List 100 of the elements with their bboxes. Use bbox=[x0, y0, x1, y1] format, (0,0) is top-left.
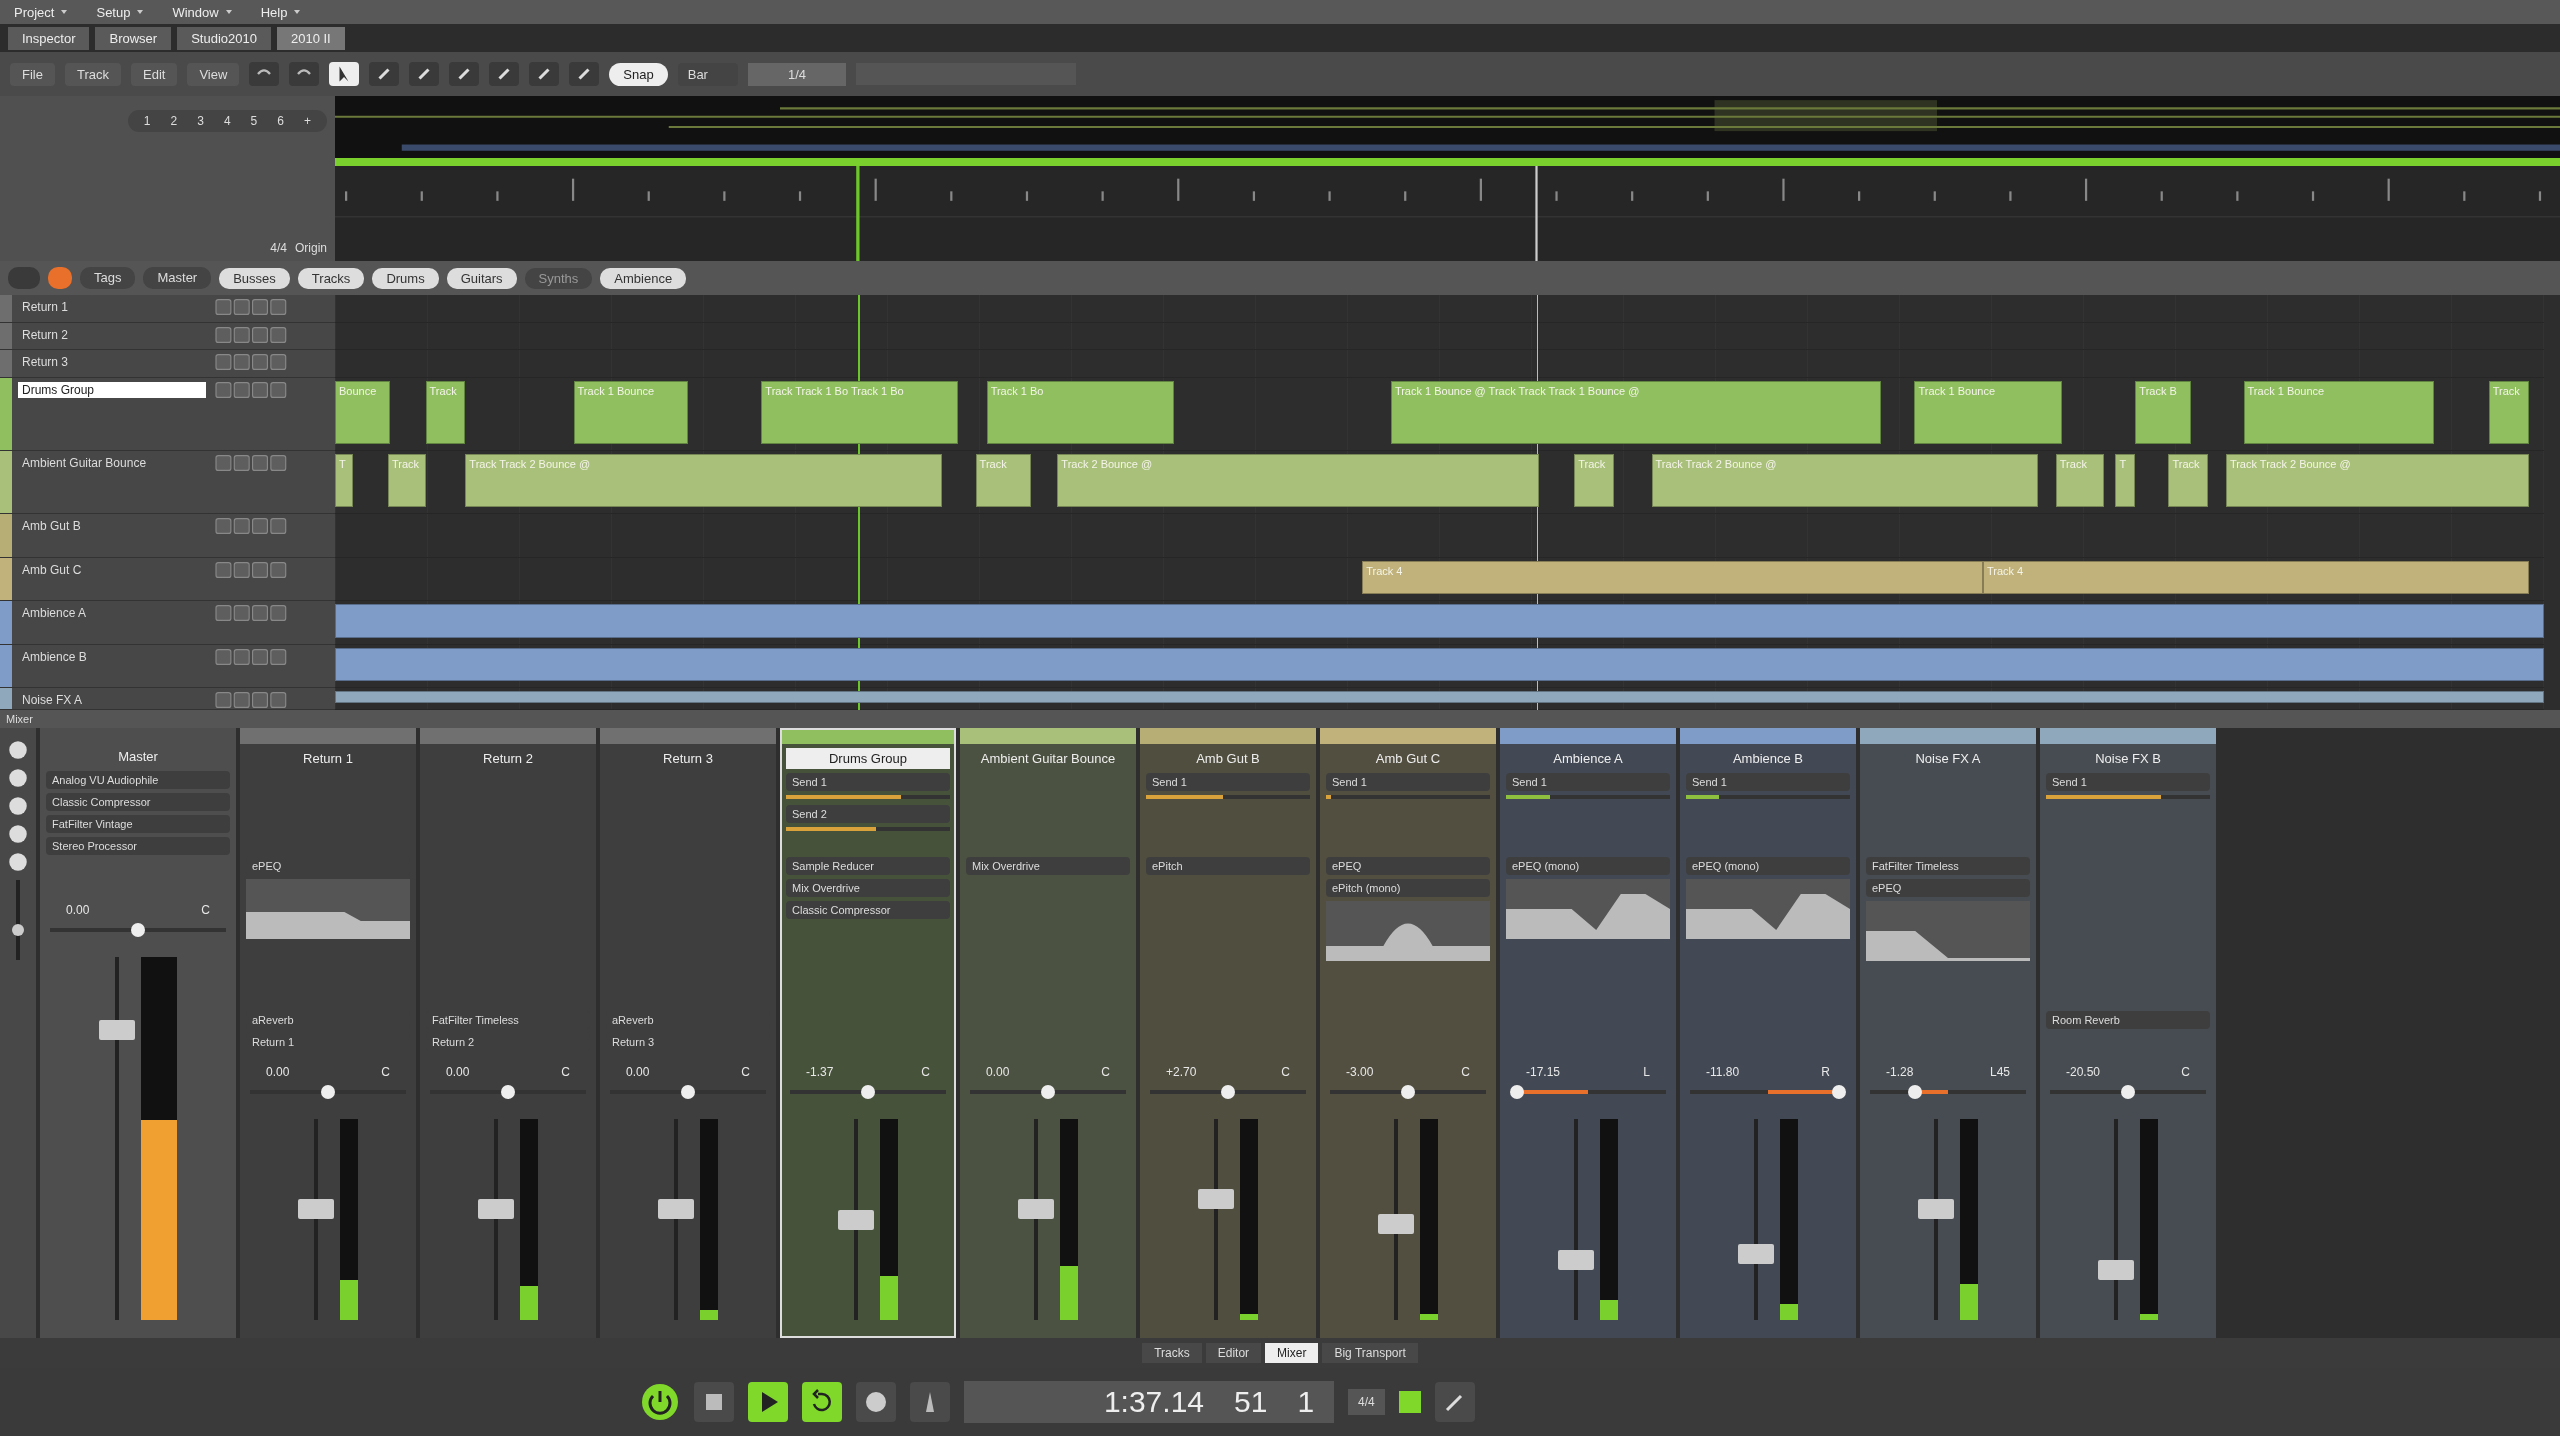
tags-button[interactable]: Tags bbox=[80, 267, 136, 289]
track-name[interactable]: Return 3 bbox=[18, 354, 206, 371]
song-overview-drawing[interactable] bbox=[335, 96, 2560, 158]
snap-toggle[interactable]: Snap bbox=[609, 62, 668, 86]
insert-slot[interactable]: Classic Compressor bbox=[46, 793, 230, 811]
loop-icon[interactable] bbox=[802, 1382, 842, 1422]
metronome-icon[interactable] bbox=[910, 1382, 950, 1422]
insert-slot[interactable]: ePEQ (mono) bbox=[1686, 857, 1850, 875]
view-tab[interactable]: Editor bbox=[1205, 1343, 1262, 1363]
audio-clip[interactable] bbox=[335, 691, 2544, 703]
play-icon[interactable] bbox=[748, 1382, 788, 1422]
channel-name[interactable]: Ambience B bbox=[1686, 748, 1850, 769]
output-slot[interactable]: Room Reverb bbox=[2046, 1011, 2210, 1029]
menu-item[interactable]: Project bbox=[14, 4, 55, 20]
redo-icon[interactable] bbox=[289, 62, 320, 86]
edit-tool-icon[interactable] bbox=[569, 62, 600, 86]
channel-name[interactable]: Noise FX B bbox=[2046, 748, 2210, 769]
view-tab[interactable]: Tracks bbox=[1142, 1343, 1202, 1363]
send-level-slider[interactable] bbox=[786, 795, 950, 799]
send-slot[interactable]: Send 1 bbox=[1146, 773, 1310, 791]
edit-tool-icon[interactable] bbox=[449, 62, 480, 86]
power-icon[interactable] bbox=[640, 1382, 680, 1422]
master-button[interactable]: Master bbox=[143, 267, 212, 289]
send-slot[interactable]: Send 2 bbox=[786, 805, 950, 823]
filter-toggle[interactable]: Busses bbox=[219, 267, 290, 289]
toolbar-menu[interactable]: File bbox=[10, 62, 55, 86]
layout-button[interactable]: 3 bbox=[189, 112, 212, 130]
menu-item[interactable]: Setup bbox=[96, 4, 131, 20]
track-name[interactable]: Return 1 bbox=[18, 299, 206, 315]
channel-name[interactable]: Noise FX A bbox=[1866, 748, 2030, 769]
insert-slot[interactable]: FatFilter Vintage bbox=[46, 815, 230, 833]
insert-slot[interactable]: Classic Compressor bbox=[786, 901, 950, 919]
send-slot[interactable]: Send 1 bbox=[1686, 773, 1850, 791]
insert-slot[interactable]: Mix Overdrive bbox=[966, 857, 1130, 875]
send-level-slider[interactable] bbox=[1686, 795, 1850, 799]
send-level-slider[interactable] bbox=[1146, 795, 1310, 799]
send-level-slider[interactable] bbox=[2046, 795, 2210, 799]
panel-tab[interactable]: Studio2010 bbox=[177, 26, 271, 50]
record-icon[interactable] bbox=[856, 1382, 896, 1422]
track-name[interactable]: Ambient Guitar Bounce bbox=[18, 455, 206, 472]
channel-name[interactable]: Amb Gut C bbox=[1326, 748, 1490, 769]
channel-name[interactable]: Return 1 bbox=[246, 748, 410, 769]
track-name[interactable]: Drums Group bbox=[18, 382, 206, 399]
toolbar-menu[interactable]: Track bbox=[64, 62, 121, 86]
toolbar-menu[interactable]: Edit bbox=[131, 62, 178, 86]
track-name[interactable]: Amb Gut C bbox=[18, 561, 206, 578]
panel-tab[interactable]: 2010 II bbox=[276, 26, 345, 50]
channel-name[interactable]: Ambience A bbox=[1506, 748, 1670, 769]
track-name[interactable]: Ambience A bbox=[18, 605, 206, 622]
send-level-slider[interactable] bbox=[1506, 795, 1670, 799]
track-name[interactable]: Noise FX A bbox=[18, 692, 206, 709]
channel-name[interactable]: Amb Gut B bbox=[1146, 748, 1310, 769]
channel-name[interactable]: Ambient Guitar Bounce bbox=[966, 748, 1130, 769]
edit-tool-icon[interactable] bbox=[369, 62, 400, 86]
insert-slot[interactable]: Mix Overdrive bbox=[786, 879, 950, 897]
edit-tool-icon[interactable] bbox=[529, 62, 560, 86]
send-level-slider[interactable] bbox=[786, 827, 950, 831]
channel-name[interactable]: Return 2 bbox=[426, 748, 590, 769]
filter-toggle[interactable]: Drums bbox=[372, 267, 439, 289]
send-slot[interactable]: Send 1 bbox=[2046, 773, 2210, 791]
layout-button[interactable]: 6 bbox=[269, 112, 292, 130]
send-slot[interactable]: Send 1 bbox=[786, 773, 950, 791]
mixer-option-icon[interactable] bbox=[8, 740, 28, 760]
insert-slot[interactable]: Analog VU Audiophile bbox=[46, 771, 230, 789]
menu-item[interactable]: Help bbox=[260, 4, 288, 20]
channel-name[interactable]: Drums Group bbox=[786, 748, 950, 769]
view-tab[interactable]: Mixer bbox=[1265, 1343, 1319, 1363]
filter-toggle[interactable]: Tracks bbox=[297, 267, 365, 289]
edit-tool-icon[interactable] bbox=[409, 62, 440, 86]
track-name[interactable]: Return 2 bbox=[18, 326, 206, 343]
layout-button[interactable]: 4 bbox=[215, 112, 239, 130]
insert-slot[interactable]: Stereo Processor bbox=[46, 837, 230, 855]
mixer-option-icon[interactable] bbox=[8, 852, 28, 872]
audio-clip[interactable] bbox=[335, 604, 2544, 638]
menu-item[interactable]: Window bbox=[172, 4, 219, 20]
edit-tool-icon[interactable] bbox=[489, 62, 520, 86]
insert-slot[interactable]: FatFilter Timeless bbox=[1866, 857, 2030, 875]
mixer-option-icon[interactable] bbox=[8, 768, 28, 788]
insert-slot[interactable]: ePEQ (mono) bbox=[1506, 857, 1670, 875]
panel-tab[interactable]: Inspector bbox=[8, 26, 90, 50]
view-tab[interactable]: Big Transport bbox=[1322, 1343, 1418, 1363]
arrow-tool-icon[interactable] bbox=[329, 62, 360, 86]
track-name[interactable]: Ambience B bbox=[18, 648, 206, 665]
insert-slot[interactable]: ePitch (mono) bbox=[1326, 879, 1490, 897]
quantize-field[interactable]: 1/4 bbox=[747, 62, 847, 86]
mixer-option-icon[interactable] bbox=[8, 824, 28, 844]
undo-icon[interactable] bbox=[249, 62, 280, 86]
layout-button[interactable]: 2 bbox=[162, 112, 186, 130]
send-slot[interactable]: Send 1 bbox=[1506, 773, 1670, 791]
layout-button[interactable]: + bbox=[296, 112, 319, 130]
layout-button[interactable]: 5 bbox=[242, 112, 266, 130]
stop-icon[interactable] bbox=[694, 1382, 734, 1422]
insert-slot[interactable]: ePEQ bbox=[1866, 879, 2030, 897]
insert-slot[interactable]: ePitch bbox=[1146, 857, 1310, 875]
panel-tab[interactable]: Browser bbox=[95, 26, 172, 50]
insert-slot[interactable]: ePEQ bbox=[1326, 857, 1490, 875]
filter-toggle[interactable]: Ambience bbox=[600, 267, 687, 289]
filter-toggle[interactable]: Guitars bbox=[446, 267, 517, 289]
insert-slot[interactable]: Sample Reducer bbox=[786, 857, 950, 875]
layout-button[interactable]: 1 bbox=[135, 112, 159, 130]
